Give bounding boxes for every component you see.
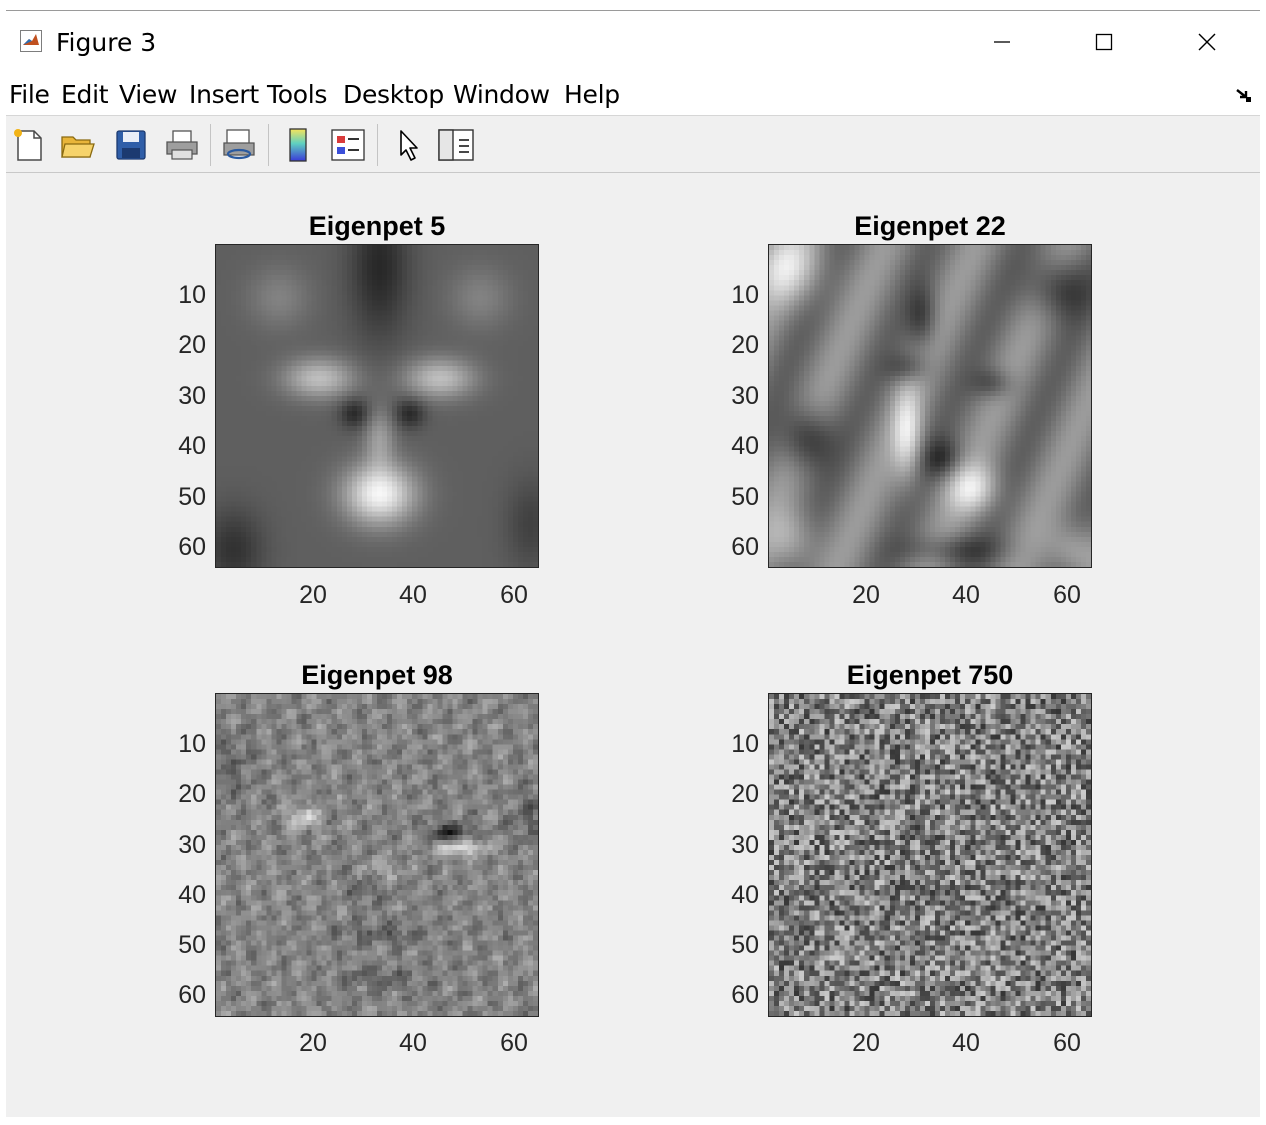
y-tick-label: 60	[178, 533, 206, 561]
x-tick-label: 40	[952, 581, 980, 609]
print-icon[interactable]	[163, 126, 201, 164]
x-tick-label: 60	[500, 581, 528, 609]
y-tick-label: 10	[731, 281, 759, 309]
eigenpet-image	[216, 245, 538, 567]
y-tick-label: 40	[731, 881, 759, 909]
y-tick-label: 20	[731, 331, 759, 359]
menu-insert[interactable]: Insert	[189, 80, 259, 109]
minimize-icon	[994, 41, 1010, 43]
y-tick-label: 30	[178, 831, 206, 859]
title-bar: Figure 3	[6, 11, 1260, 73]
y-tick-label: 10	[731, 730, 759, 758]
window-title: Figure 3	[56, 28, 157, 57]
subplot-title: Eigenpet 98	[301, 660, 453, 690]
y-tick-label: 10	[178, 281, 206, 309]
close-icon	[1198, 33, 1216, 51]
save-icon[interactable]	[112, 126, 150, 164]
insert-colorbar-icon[interactable]	[279, 126, 317, 164]
y-tick-label: 40	[178, 432, 206, 460]
image-axes[interactable]	[215, 244, 539, 568]
x-tick-label: 40	[952, 1029, 980, 1057]
eigenpet-image	[769, 694, 1091, 1016]
eigenpet-image	[216, 694, 538, 1016]
y-tick-label: 60	[731, 981, 759, 1009]
open-file-icon[interactable]	[59, 126, 97, 164]
menu-view[interactable]: View	[119, 80, 177, 109]
eigenpet-image	[769, 245, 1091, 567]
y-tick-label: 40	[178, 881, 206, 909]
menu-file[interactable]: File	[9, 80, 50, 109]
menu-bar: File Edit View Insert Tools Desktop Wind…	[6, 73, 1260, 115]
subplot-title: Eigenpet 750	[846, 660, 1014, 690]
menu-tools[interactable]: Tools	[267, 80, 327, 109]
y-tick-label: 50	[178, 931, 206, 959]
menu-edit[interactable]: Edit	[61, 80, 109, 109]
y-tick-label: 30	[731, 382, 759, 410]
y-tick-label: 50	[731, 483, 759, 511]
dock-figure-icon[interactable]	[1234, 85, 1254, 105]
y-tick-label: 40	[731, 432, 759, 460]
image-axes[interactable]	[768, 693, 1092, 1017]
y-tick-label: 20	[178, 780, 206, 808]
menu-desktop[interactable]: Desktop	[343, 80, 444, 109]
y-tick-label: 30	[731, 831, 759, 859]
x-tick-label: 20	[852, 581, 880, 609]
y-tick-label: 20	[731, 780, 759, 808]
edit-plot-arrow-icon[interactable]	[389, 126, 427, 164]
x-tick-label: 20	[852, 1029, 880, 1057]
property-inspector-icon[interactable]	[437, 126, 475, 164]
link-plot-icon[interactable]	[220, 126, 258, 164]
x-tick-label: 60	[1053, 581, 1081, 609]
maximize-icon	[1095, 33, 1113, 51]
y-tick-label: 50	[178, 483, 206, 511]
x-tick-label: 60	[1053, 1029, 1081, 1057]
y-tick-label: 50	[731, 931, 759, 959]
minimize-button[interactable]	[972, 21, 1032, 63]
maximize-button[interactable]	[1074, 21, 1134, 63]
matlab-icon	[20, 30, 42, 52]
subplot-title: Eigenpet 5	[308, 211, 446, 241]
insert-legend-icon[interactable]	[329, 126, 367, 164]
figure-toolbar	[6, 115, 1260, 173]
y-tick-label: 60	[731, 533, 759, 561]
image-axes[interactable]	[215, 693, 539, 1017]
subplot-title: Eigenpet 22	[854, 211, 1006, 241]
y-tick-label: 20	[178, 331, 206, 359]
x-tick-label: 40	[399, 581, 427, 609]
figure-window: Figure 3 File Edit View Insert Tools Des…	[6, 10, 1260, 1117]
menu-window[interactable]: Window	[453, 80, 550, 109]
x-tick-label: 40	[399, 1029, 427, 1057]
menu-help[interactable]: Help	[564, 80, 620, 109]
y-tick-label: 60	[178, 981, 206, 1009]
new-figure-icon[interactable]	[10, 126, 48, 164]
x-tick-label: 20	[299, 581, 327, 609]
x-tick-label: 20	[299, 1029, 327, 1057]
image-axes[interactable]	[768, 244, 1092, 568]
close-button[interactable]	[1177, 21, 1237, 63]
x-tick-label: 60	[500, 1029, 528, 1057]
y-tick-label: 30	[178, 382, 206, 410]
y-tick-label: 10	[178, 730, 206, 758]
